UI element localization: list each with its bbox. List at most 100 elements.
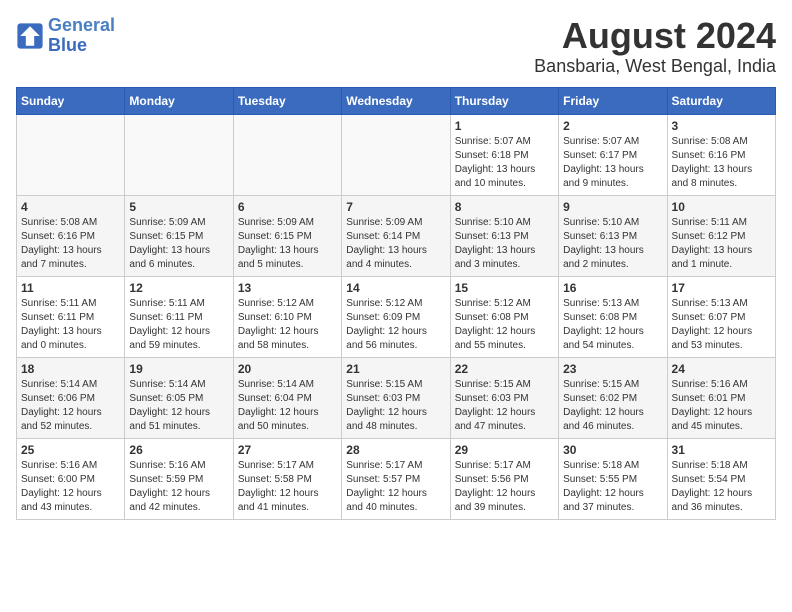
- day-info: Sunrise: 5:13 AM Sunset: 6:08 PM Dayligh…: [563, 297, 662, 353]
- logo: General Blue: [16, 16, 115, 56]
- calendar-cell: 3 Sunrise: 5:08 AM Sunset: 6:16 PM Daylig…: [667, 114, 775, 195]
- calendar-cell: 25 Sunrise: 5:16 AM Sunset: 6:00 PM Dayli…: [17, 438, 125, 519]
- weekday-header: Thursday: [450, 87, 558, 114]
- calendar-cell: 31Sunrise: 5:18 AM Sunset: 5:54 PM Dayli…: [667, 438, 775, 519]
- day-info: Sunrise: 5:12 AM Sunset: 6:08 PM Dayligh…: [455, 297, 554, 353]
- calendar-cell: 18Sunrise: 5:14 AM Sunset: 6:06 PM Dayli…: [17, 357, 125, 438]
- day-info: Sunrise: 5:15 AM Sunset: 6:03 PM Dayligh…: [455, 378, 554, 434]
- day-info: Sunrise: 5:14 AM Sunset: 6:06 PM Dayligh…: [21, 378, 120, 434]
- calendar-cell: 1 Sunrise: 5:07 AM Sunset: 6:18 PM Daylig…: [450, 114, 558, 195]
- day-info: Sunrise: 5:09 AM Sunset: 6:15 PM Dayligh…: [129, 216, 228, 272]
- calendar-cell: 13 Sunrise: 5:12 AM Sunset: 6:10 PM Dayli…: [233, 276, 341, 357]
- day-info: Sunrise: 5:07 AM Sunset: 6:17 PM Dayligh…: [563, 135, 662, 191]
- day-info: Sunrise: 5:17 AM Sunset: 5:58 PM Dayligh…: [238, 459, 337, 515]
- calendar-table: SundayMondayTuesdayWednesdayThursdayFrid…: [16, 87, 776, 520]
- calendar-week-row: 25 Sunrise: 5:16 AM Sunset: 6:00 PM Dayli…: [17, 438, 776, 519]
- day-number: 27: [238, 443, 337, 457]
- header-row: SundayMondayTuesdayWednesdayThursdayFrid…: [17, 87, 776, 114]
- calendar-cell: 2Sunrise: 5:07 AM Sunset: 6:17 PM Daylig…: [559, 114, 667, 195]
- day-info: Sunrise: 5:08 AM Sunset: 6:16 PM Dayligh…: [21, 216, 120, 272]
- day-info: Sunrise: 5:18 AM Sunset: 5:55 PM Dayligh…: [563, 459, 662, 515]
- day-number: 9: [563, 200, 662, 214]
- day-info: Sunrise: 5:10 AM Sunset: 6:13 PM Dayligh…: [563, 216, 662, 272]
- day-number: 22: [455, 362, 554, 376]
- day-number: 19: [129, 362, 228, 376]
- day-info: Sunrise: 5:14 AM Sunset: 6:04 PM Dayligh…: [238, 378, 337, 434]
- calendar-cell: 21 Sunrise: 5:15 AM Sunset: 6:03 PM Dayli…: [342, 357, 450, 438]
- weekday-header: Tuesday: [233, 87, 341, 114]
- day-info: Sunrise: 5:15 AM Sunset: 6:02 PM Dayligh…: [563, 378, 662, 434]
- day-number: 25: [21, 443, 120, 457]
- logo-icon: [16, 22, 44, 50]
- day-info: Sunrise: 5:17 AM Sunset: 5:56 PM Dayligh…: [455, 459, 554, 515]
- weekday-header: Saturday: [667, 87, 775, 114]
- calendar-cell: 22 Sunrise: 5:15 AM Sunset: 6:03 PM Dayli…: [450, 357, 558, 438]
- calendar-cell: 23 Sunrise: 5:15 AM Sunset: 6:02 PM Dayli…: [559, 357, 667, 438]
- day-number: 16: [563, 281, 662, 295]
- day-number: 12: [129, 281, 228, 295]
- calendar-cell: 19 Sunrise: 5:14 AM Sunset: 6:05 PM Dayli…: [125, 357, 233, 438]
- day-info: Sunrise: 5:11 AM Sunset: 6:11 PM Dayligh…: [21, 297, 120, 353]
- day-number: 31: [672, 443, 771, 457]
- logo-line1: General: [48, 15, 115, 35]
- calendar-subtitle: Bansbaria, West Bengal, India: [534, 56, 776, 77]
- day-number: 21: [346, 362, 445, 376]
- calendar-cell: 5Sunrise: 5:09 AM Sunset: 6:15 PM Daylig…: [125, 195, 233, 276]
- day-number: 15: [455, 281, 554, 295]
- calendar-cell: [17, 114, 125, 195]
- calendar-cell: 27 Sunrise: 5:17 AM Sunset: 5:58 PM Dayli…: [233, 438, 341, 519]
- calendar-cell: 26Sunrise: 5:16 AM Sunset: 5:59 PM Dayli…: [125, 438, 233, 519]
- calendar-week-row: 11 Sunrise: 5:11 AM Sunset: 6:11 PM Dayli…: [17, 276, 776, 357]
- day-number: 13: [238, 281, 337, 295]
- day-info: Sunrise: 5:13 AM Sunset: 6:07 PM Dayligh…: [672, 297, 771, 353]
- day-info: Sunrise: 5:11 AM Sunset: 6:11 PM Dayligh…: [129, 297, 228, 353]
- calendar-cell: 20Sunrise: 5:14 AM Sunset: 6:04 PM Dayli…: [233, 357, 341, 438]
- day-number: 17: [672, 281, 771, 295]
- day-number: 6: [238, 200, 337, 214]
- day-info: Sunrise: 5:15 AM Sunset: 6:03 PM Dayligh…: [346, 378, 445, 434]
- logo-text: General Blue: [48, 16, 115, 56]
- day-number: 28: [346, 443, 445, 457]
- day-info: Sunrise: 5:14 AM Sunset: 6:05 PM Dayligh…: [129, 378, 228, 434]
- calendar-header: SundayMondayTuesdayWednesdayThursdayFrid…: [17, 87, 776, 114]
- weekday-header: Wednesday: [342, 87, 450, 114]
- day-info: Sunrise: 5:09 AM Sunset: 6:14 PM Dayligh…: [346, 216, 445, 272]
- calendar-cell: 28Sunrise: 5:17 AM Sunset: 5:57 PM Dayli…: [342, 438, 450, 519]
- day-number: 10: [672, 200, 771, 214]
- day-number: 7: [346, 200, 445, 214]
- day-number: 3: [672, 119, 771, 133]
- day-info: Sunrise: 5:07 AM Sunset: 6:18 PM Dayligh…: [455, 135, 554, 191]
- calendar-cell: 12 Sunrise: 5:11 AM Sunset: 6:11 PM Dayli…: [125, 276, 233, 357]
- day-info: Sunrise: 5:12 AM Sunset: 6:09 PM Dayligh…: [346, 297, 445, 353]
- calendar-cell: 11 Sunrise: 5:11 AM Sunset: 6:11 PM Dayli…: [17, 276, 125, 357]
- calendar-cell: 15 Sunrise: 5:12 AM Sunset: 6:08 PM Dayli…: [450, 276, 558, 357]
- day-info: Sunrise: 5:08 AM Sunset: 6:16 PM Dayligh…: [672, 135, 771, 191]
- weekday-header: Friday: [559, 87, 667, 114]
- day-number: 4: [21, 200, 120, 214]
- calendar-cell: [125, 114, 233, 195]
- calendar-cell: 16 Sunrise: 5:13 AM Sunset: 6:08 PM Dayli…: [559, 276, 667, 357]
- day-info: Sunrise: 5:16 AM Sunset: 6:01 PM Dayligh…: [672, 378, 771, 434]
- day-number: 24: [672, 362, 771, 376]
- day-number: 30: [563, 443, 662, 457]
- calendar-week-row: 4 Sunrise: 5:08 AM Sunset: 6:16 PM Daylig…: [17, 195, 776, 276]
- day-number: 26: [129, 443, 228, 457]
- page-header: General Blue August 2024 Bansbaria, West…: [16, 16, 776, 77]
- calendar-cell: 6 Sunrise: 5:09 AM Sunset: 6:15 PM Daylig…: [233, 195, 341, 276]
- day-number: 23: [563, 362, 662, 376]
- calendar-cell: 29 Sunrise: 5:17 AM Sunset: 5:56 PM Dayli…: [450, 438, 558, 519]
- day-info: Sunrise: 5:11 AM Sunset: 6:12 PM Dayligh…: [672, 216, 771, 272]
- day-info: Sunrise: 5:10 AM Sunset: 6:13 PM Dayligh…: [455, 216, 554, 272]
- day-info: Sunrise: 5:09 AM Sunset: 6:15 PM Dayligh…: [238, 216, 337, 272]
- day-number: 1: [455, 119, 554, 133]
- calendar-body: 1 Sunrise: 5:07 AM Sunset: 6:18 PM Daylig…: [17, 114, 776, 519]
- day-number: 29: [455, 443, 554, 457]
- calendar-cell: [342, 114, 450, 195]
- day-info: Sunrise: 5:12 AM Sunset: 6:10 PM Dayligh…: [238, 297, 337, 353]
- calendar-title: August 2024: [534, 16, 776, 56]
- day-number: 8: [455, 200, 554, 214]
- day-number: 11: [21, 281, 120, 295]
- calendar-cell: 4 Sunrise: 5:08 AM Sunset: 6:16 PM Daylig…: [17, 195, 125, 276]
- calendar-cell: 10 Sunrise: 5:11 AM Sunset: 6:12 PM Dayli…: [667, 195, 775, 276]
- day-info: Sunrise: 5:16 AM Sunset: 6:00 PM Dayligh…: [21, 459, 120, 515]
